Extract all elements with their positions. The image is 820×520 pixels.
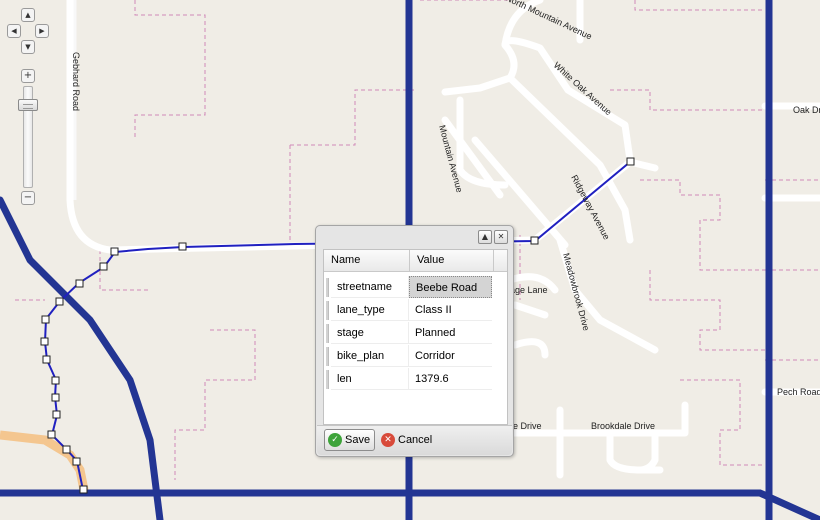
row-handle [326, 370, 329, 389]
zoom-out-button[interactable]: − [21, 191, 35, 205]
property-name: lane_type [331, 299, 409, 321]
pan-right-button[interactable]: ▶ [35, 24, 49, 38]
row-handle [326, 324, 329, 343]
label-age-lane: age Lane [510, 285, 548, 295]
property-value[interactable]: Corridor [409, 345, 492, 367]
property-value[interactable]: Planned [409, 322, 492, 344]
label-gebhard-road: Gebhard Road [71, 52, 81, 111]
grid-header: Name Value [324, 250, 507, 272]
collapse-button[interactable]: ▲ [478, 230, 492, 244]
feature-attributes-popup: ▲ ✕ Name Value streetname Beebe Road lan… [315, 225, 514, 457]
column-header-name[interactable]: Name [324, 250, 410, 271]
property-value[interactable]: Class II [409, 299, 492, 321]
pan-up-button[interactable]: ▲ [21, 8, 35, 22]
row-handle [326, 347, 329, 366]
property-value[interactable]: 1379.6 [409, 368, 492, 390]
grid-row-len[interactable]: len 1379.6 [324, 368, 492, 391]
minus-icon: − [23, 192, 33, 203]
popup-footer: ✓ Save ✕ Cancel [317, 425, 512, 455]
close-icon: ✕ [497, 232, 505, 241]
grid-row-streetname[interactable]: streetname Beebe Road [324, 276, 492, 299]
label-oak-dr: Oak Dr [793, 105, 820, 115]
label-e-drive: e Drive [513, 421, 542, 431]
arrow-right-icon: ▶ [39, 27, 45, 35]
close-button[interactable]: ✕ [494, 230, 508, 244]
save-button[interactable]: ✓ Save [324, 429, 375, 451]
arrow-left-icon: ◀ [11, 27, 17, 35]
cancel-label: Cancel [398, 434, 433, 446]
zoom-slider-handle[interactable] [18, 99, 38, 111]
grid-row-lane-type[interactable]: lane_type Class II [324, 299, 492, 322]
pan-left-button[interactable]: ◀ [7, 24, 21, 38]
grid-row-bike-plan[interactable]: bike_plan Corridor [324, 345, 492, 368]
property-grid: Name Value streetname Beebe Road lane_ty… [323, 249, 508, 425]
zoom-in-button[interactable]: + [21, 69, 35, 83]
collapse-icon: ▲ [481, 232, 489, 241]
row-handle [326, 301, 329, 320]
property-name: stage [331, 322, 409, 344]
property-name: bike_plan [331, 345, 409, 367]
save-label: Save [345, 434, 371, 446]
arrow-up-icon: ▲ [25, 11, 31, 19]
property-name: streetname [331, 276, 409, 298]
pan-down-button[interactable]: ▼ [21, 40, 35, 54]
label-pech-road: Pech Road [777, 387, 820, 397]
cancel-button[interactable]: ✕ Cancel [379, 429, 432, 451]
plus-icon: + [23, 70, 33, 81]
row-handle [326, 278, 329, 297]
label-brookdale-drive: Brookdale Drive [591, 421, 655, 431]
column-header-value[interactable]: Value [410, 250, 494, 271]
cancel-icon: ✕ [381, 433, 395, 447]
checkmark-icon: ✓ [328, 433, 342, 447]
grid-row-stage[interactable]: stage Planned [324, 322, 492, 345]
arrow-down-icon: ▼ [25, 43, 31, 51]
property-value-input[interactable]: Beebe Road [409, 276, 492, 298]
property-name: len [331, 368, 409, 390]
